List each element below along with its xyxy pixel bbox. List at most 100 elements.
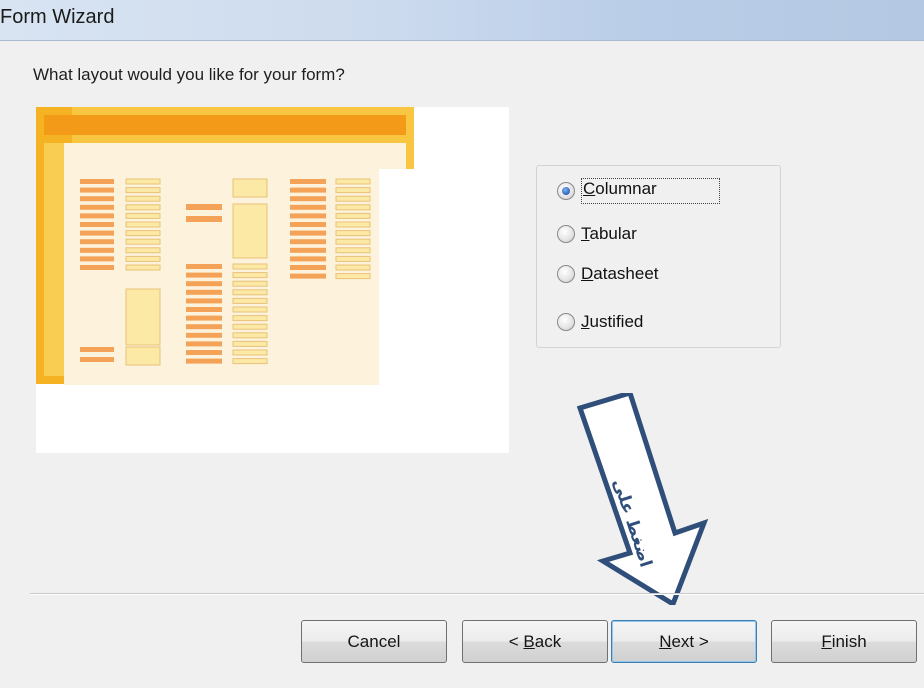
preview-bar xyxy=(186,289,222,295)
preview-bar xyxy=(125,195,161,202)
next-button[interactable]: Next > xyxy=(611,620,757,663)
preview-bar xyxy=(335,230,371,237)
preview-bar xyxy=(290,256,326,262)
preview-bar xyxy=(290,222,326,227)
window-title: Form Wizard xyxy=(0,6,115,28)
preview-bar xyxy=(80,187,114,193)
preview-bar xyxy=(80,230,114,236)
preview-bar xyxy=(290,204,326,210)
radio-tabular[interactable] xyxy=(557,225,575,243)
preview-bar xyxy=(125,255,161,262)
preview-bar xyxy=(80,347,114,352)
preview-bar xyxy=(232,332,268,339)
preview-bar xyxy=(125,187,161,194)
preview-bar xyxy=(125,230,161,237)
preview-bar xyxy=(290,273,326,279)
preview-bar xyxy=(232,315,268,322)
preview-bar xyxy=(335,247,371,254)
preview-bar xyxy=(80,213,114,219)
preview-bar xyxy=(125,204,161,211)
preview-bar xyxy=(335,255,371,262)
preview-bar xyxy=(232,280,268,287)
preview-bar xyxy=(335,238,371,245)
back-button[interactable]: < Back xyxy=(462,620,608,663)
radio-datasheet[interactable] xyxy=(557,265,575,283)
button-separator xyxy=(30,593,924,595)
preview-bar xyxy=(186,332,222,338)
option-columnar-label: Columnar xyxy=(581,178,720,204)
preview-bar xyxy=(232,272,268,279)
preview-bar xyxy=(125,221,161,228)
cancel-button[interactable]: Cancel xyxy=(301,620,447,663)
preview-bar xyxy=(232,306,268,313)
preview-bar xyxy=(335,178,371,185)
layout-option-group: Columnar Tabular Datasheet Justified xyxy=(536,165,781,348)
radio-columnar[interactable] xyxy=(557,182,575,200)
preview-bar xyxy=(80,357,114,362)
option-datasheet-label: Datasheet xyxy=(581,264,659,283)
preview-bar xyxy=(290,230,326,236)
layout-prompt: What layout would you like for your form… xyxy=(33,65,345,84)
preview-bar xyxy=(232,263,268,270)
preview-bar xyxy=(186,315,222,321)
preview-bar xyxy=(125,346,161,366)
preview-bar xyxy=(290,239,326,245)
preview-bar xyxy=(290,265,326,270)
preview-bar xyxy=(186,341,222,347)
option-datasheet[interactable]: Datasheet xyxy=(557,264,659,284)
hint-arrow-icon: اضغط على xyxy=(576,393,709,605)
preview-bar xyxy=(125,212,161,219)
preview-bar xyxy=(232,203,268,259)
option-tabular[interactable]: Tabular xyxy=(557,224,637,244)
wizard-body: What layout would you like for your form… xyxy=(0,41,924,688)
preview-bar xyxy=(125,178,161,185)
preview-bar xyxy=(232,358,268,365)
preview-bar xyxy=(290,187,326,193)
columnar-layout-preview-image xyxy=(36,107,509,453)
preview-bar xyxy=(186,358,222,364)
preview-bar xyxy=(80,179,114,184)
option-justified-label: Justified xyxy=(581,312,644,331)
preview-bar xyxy=(186,350,222,355)
preview-bar xyxy=(186,298,222,304)
preview-bar xyxy=(80,222,114,227)
preview-bar xyxy=(290,196,326,202)
preview-bar xyxy=(125,288,161,346)
preview-bar xyxy=(290,213,326,219)
preview-bar xyxy=(186,272,222,278)
option-columnar[interactable]: Columnar xyxy=(557,178,720,204)
preview-bar xyxy=(125,238,161,245)
preview-bar xyxy=(125,264,161,271)
preview-bar xyxy=(335,204,371,211)
option-justified[interactable]: Justified xyxy=(557,312,643,332)
preview-bar xyxy=(335,195,371,202)
preview-bar xyxy=(290,247,326,253)
preview-bar xyxy=(186,324,222,330)
preview-bar xyxy=(80,256,114,262)
preview-bar xyxy=(186,216,222,222)
preview-bar xyxy=(335,264,371,271)
radio-justified[interactable] xyxy=(557,313,575,331)
layout-preview xyxy=(36,107,509,453)
preview-bar xyxy=(232,178,268,198)
preview-bar xyxy=(290,179,326,184)
preview-bar xyxy=(232,289,268,296)
finish-button[interactable]: Finish xyxy=(771,620,917,663)
preview-bar xyxy=(80,204,114,210)
preview-bar xyxy=(335,221,371,228)
preview-bar xyxy=(335,187,371,194)
preview-bar xyxy=(186,264,222,269)
preview-bar xyxy=(232,297,268,304)
title-bar: Form Wizard xyxy=(0,0,924,41)
option-tabular-label: Tabular xyxy=(581,224,637,243)
preview-bar xyxy=(335,212,371,219)
preview-bar xyxy=(80,196,114,202)
preview-bar xyxy=(80,247,114,253)
preview-bar xyxy=(125,247,161,254)
preview-bar xyxy=(186,307,222,312)
preview-bar xyxy=(232,323,268,330)
preview-bar xyxy=(232,349,268,356)
preview-bar xyxy=(186,204,222,210)
preview-bar xyxy=(232,340,268,347)
preview-bar xyxy=(80,265,114,270)
